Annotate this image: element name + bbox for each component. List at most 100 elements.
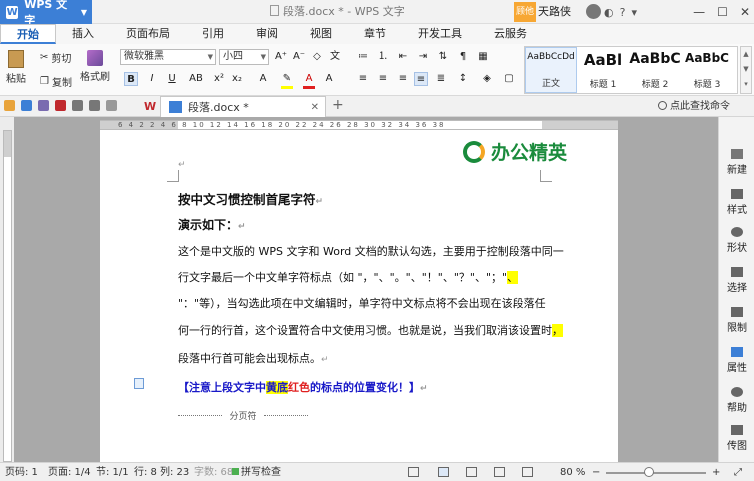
tab-review[interactable]: 审阅 bbox=[240, 24, 294, 44]
view-read-icon[interactable] bbox=[522, 467, 533, 477]
status-section: 节: 1/1 bbox=[96, 467, 129, 478]
paragraph-layout-icon[interactable] bbox=[134, 378, 144, 389]
zoom-level[interactable]: 80 % bbox=[560, 463, 585, 481]
tab-references[interactable]: 引用 bbox=[186, 24, 240, 44]
vertical-ruler[interactable] bbox=[3, 130, 12, 462]
vertical-scrollbar[interactable] bbox=[746, 117, 754, 462]
styles-gallery: AaBbCcDd 正文 AaBl 标题 1 AaBbC 标题 2 AaBbC 标… bbox=[524, 46, 738, 94]
bold-button[interactable]: B bbox=[124, 72, 138, 86]
shading-button[interactable]: ◈ bbox=[480, 72, 494, 86]
char-shading-button[interactable]: A bbox=[322, 72, 336, 86]
close-tab-icon[interactable]: ✕ bbox=[311, 102, 319, 113]
font-color-bar bbox=[303, 86, 315, 89]
style-heading-2[interactable]: AaBbC 标题 2 bbox=[629, 47, 681, 93]
member-badge[interactable]: 顾他 bbox=[514, 2, 536, 22]
user-name[interactable]: 天路侠 bbox=[538, 0, 571, 24]
tab-cloud[interactable]: 云服务 bbox=[478, 24, 543, 44]
print-icon[interactable] bbox=[38, 100, 49, 111]
style-heading-1[interactable]: AaBl 标题 1 bbox=[577, 47, 629, 93]
paste-button[interactable]: 粘贴 bbox=[6, 50, 26, 85]
fit-page-icon[interactable]: ⤢ bbox=[734, 463, 742, 481]
increase-indent-button[interactable]: ⇥ bbox=[416, 50, 430, 64]
highlight-button[interactable]: ✎ bbox=[280, 72, 294, 86]
font-name-select[interactable]: 微软雅黑 ▼ bbox=[120, 49, 216, 65]
shrink-font-button[interactable]: A⁻ bbox=[292, 50, 306, 64]
zoom-slider[interactable] bbox=[606, 472, 706, 474]
tab-insert[interactable]: 插入 bbox=[56, 24, 110, 44]
paragraph-mark-icon: ↵ bbox=[178, 160, 186, 170]
line-spacing-button[interactable]: ↕ bbox=[456, 72, 470, 86]
zoom-slider-handle[interactable] bbox=[644, 467, 654, 477]
menu-icon[interactable]: ▾ bbox=[631, 6, 637, 19]
numbered-list-button[interactable]: ⒈ bbox=[376, 50, 390, 64]
view-web-icon[interactable] bbox=[494, 467, 505, 477]
decrease-indent-button[interactable]: ⇤ bbox=[396, 50, 410, 64]
grow-font-button[interactable]: A⁺ bbox=[274, 50, 288, 64]
new-tab-button[interactable]: + bbox=[332, 97, 344, 113]
align-left-button[interactable]: ≡ bbox=[356, 72, 370, 86]
customize-icon[interactable] bbox=[106, 100, 117, 111]
save-icon[interactable] bbox=[21, 100, 32, 111]
view-page-icon[interactable] bbox=[438, 467, 449, 477]
export-pdf-icon[interactable] bbox=[55, 100, 66, 111]
page-break: 分页符 bbox=[178, 409, 308, 422]
tab-page-layout[interactable]: 页面布局 bbox=[110, 24, 186, 44]
zoom-in-button[interactable]: + bbox=[712, 463, 720, 481]
copy-button[interactable]: ❐ 复制 bbox=[40, 74, 72, 89]
view-outline-icon[interactable] bbox=[466, 467, 477, 477]
borders-button[interactable]: ▦ bbox=[476, 50, 490, 64]
open-icon[interactable] bbox=[4, 100, 15, 111]
border-button[interactable]: ▢ bbox=[502, 72, 516, 86]
command-search[interactable]: 点此查找命令 bbox=[658, 96, 730, 117]
crop-mark bbox=[540, 170, 552, 182]
clear-format-button[interactable]: ◇ bbox=[310, 50, 324, 64]
maximize-icon[interactable]: ☐ bbox=[717, 5, 728, 19]
align-right-button[interactable]: ≡ bbox=[396, 72, 410, 86]
subscript-button[interactable]: x₂ bbox=[230, 72, 244, 86]
tab-sections[interactable]: 章节 bbox=[348, 24, 402, 44]
font-color-button[interactable]: A bbox=[302, 72, 316, 86]
status-bar: 页码: 1 页面: 1/4 节: 1/1 行: 8 列: 23 字数: 680 … bbox=[0, 462, 754, 481]
wps-home-icon[interactable]: W bbox=[144, 100, 156, 113]
spell-check-toggle[interactable]: 拼写检查 bbox=[232, 463, 281, 481]
document-tab[interactable]: 段落.docx * ✕ bbox=[160, 96, 326, 117]
distribute-button[interactable]: ≣ bbox=[434, 72, 448, 86]
avatar[interactable] bbox=[586, 4, 601, 19]
cut-button[interactable]: ✂ 剪切 bbox=[40, 50, 71, 65]
help-icon[interactable]: ? bbox=[620, 6, 626, 19]
style-normal[interactable]: AaBbCcDd 正文 bbox=[525, 47, 577, 93]
app-menu-button[interactable]: W WPS 文字 ▼ bbox=[0, 0, 92, 27]
phonetic-button[interactable]: 文 bbox=[328, 50, 342, 64]
note-line: 【注意上段文字中黄底红色的标点的位置变化！】↵ bbox=[178, 381, 428, 394]
cut-icon: ✂ bbox=[40, 52, 49, 63]
font-size-select[interactable]: 小四 ▼ bbox=[219, 49, 269, 65]
shapes-icon bbox=[731, 227, 743, 237]
italic-button[interactable]: I bbox=[145, 72, 159, 86]
tab-view[interactable]: 视图 bbox=[294, 24, 348, 44]
align-center-button[interactable]: ≡ bbox=[376, 72, 390, 86]
bullet-list-button[interactable]: ≔ bbox=[356, 50, 370, 64]
redo-icon[interactable] bbox=[89, 100, 100, 111]
underline-button[interactable]: U bbox=[165, 72, 179, 86]
horizontal-ruler[interactable]: 6 4 2 2 4 6 8 10 12 14 16 18 20 22 24 26… bbox=[100, 120, 618, 130]
minimize-icon[interactable]: — bbox=[693, 5, 705, 19]
logo: 办公精英 bbox=[463, 138, 567, 165]
text-effect-button[interactable]: A bbox=[256, 72, 270, 86]
style-heading-3[interactable]: AaBbC 标题 3 bbox=[681, 47, 733, 93]
strikethrough-button[interactable]: AB bbox=[186, 72, 206, 86]
tab-home[interactable]: 开始 bbox=[0, 24, 56, 44]
close-icon[interactable]: ✕ bbox=[740, 5, 750, 19]
undo-icon[interactable] bbox=[72, 100, 83, 111]
show-marks-button[interactable]: ¶ bbox=[456, 50, 470, 64]
zoom-out-button[interactable]: − bbox=[592, 463, 600, 481]
skin-icon[interactable]: ◐ bbox=[604, 6, 614, 19]
select-icon bbox=[731, 267, 743, 277]
superscript-button[interactable]: x² bbox=[212, 72, 226, 86]
format-painter-button[interactable]: 格式刷 bbox=[80, 50, 110, 83]
view-focus-icon[interactable] bbox=[408, 467, 419, 477]
align-justify-button[interactable]: ≡ bbox=[414, 72, 428, 86]
styles-scroll[interactable]: ▲ ▼ ▾ bbox=[740, 46, 752, 94]
search-icon bbox=[658, 101, 667, 110]
sort-button[interactable]: ⇅ bbox=[436, 50, 450, 64]
tab-developer[interactable]: 开发工具 bbox=[402, 24, 478, 44]
